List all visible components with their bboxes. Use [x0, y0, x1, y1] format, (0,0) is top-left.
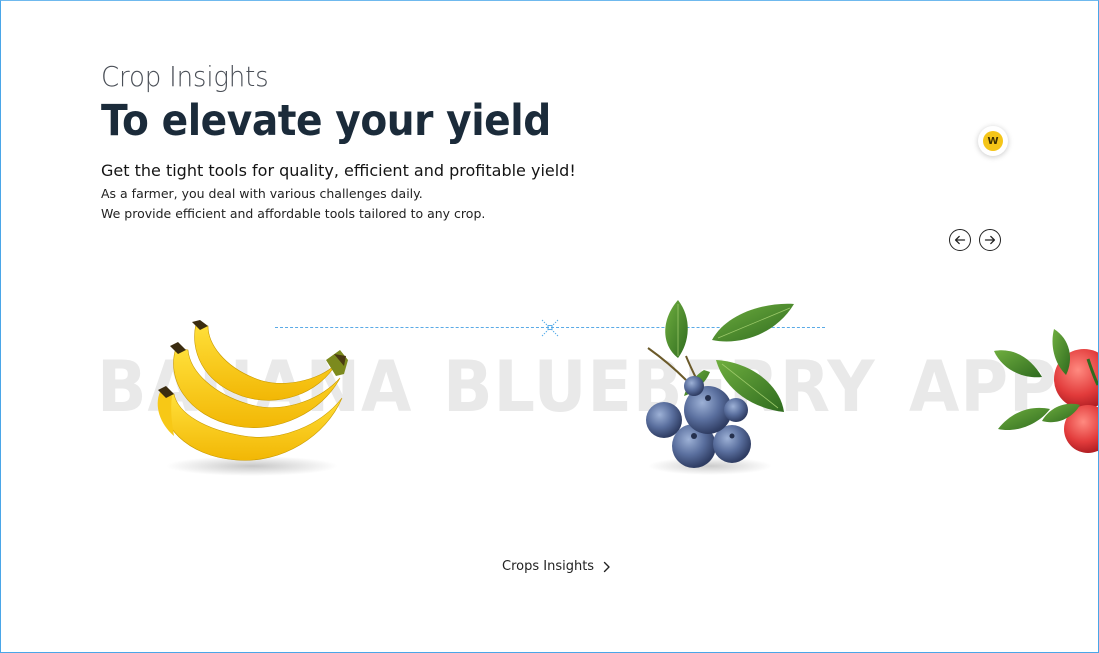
blueberry-image[interactable] [628, 300, 798, 480]
chevron-right-icon [603, 561, 610, 572]
arrow-right-circle-icon [984, 235, 996, 245]
apple-image[interactable] [992, 325, 1098, 455]
arrow-left-circle-icon [954, 235, 966, 245]
carousel-prev-button[interactable] [949, 229, 971, 251]
crops-insights-link[interactable]: Crops Insights [502, 559, 611, 574]
description-line-2: We provide efficient and affordable tool… [101, 206, 486, 221]
avatar-initial: W [983, 131, 1003, 151]
carousel-next-button[interactable] [979, 229, 1001, 251]
crosshair-icon [541, 319, 559, 337]
crops-insights-label: Crops Insights [502, 559, 595, 574]
avatar[interactable]: W [978, 126, 1008, 156]
section-eyebrow: Crop Insights [101, 60, 269, 93]
page-title: To elevate your yield [101, 96, 551, 146]
subheading: Get the tight tools for quality, efficie… [101, 161, 576, 180]
description-line-1: As a farmer, you deal with various chall… [101, 186, 423, 201]
banana-image[interactable] [150, 320, 355, 480]
